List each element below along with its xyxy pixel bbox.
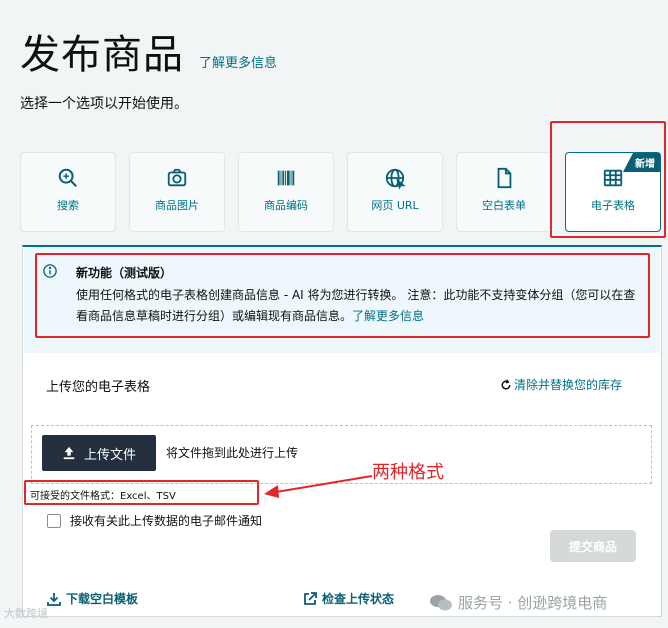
learn-more-link[interactable]: 了解更多信息 [199,52,277,71]
download-icon [47,592,61,606]
annotation-box-alert [35,253,650,338]
watermark-right-label: 服务号 · 创逊跨境电商 [458,594,608,612]
download-template-label: 下载空白模板 [66,592,139,606]
refresh-icon [501,379,511,390]
search-icon [58,168,77,187]
upload-icon [63,446,75,460]
option-web-url[interactable]: 网页 URL [347,152,443,232]
check-status-label: 检查上传状态 [322,592,395,606]
option-search[interactable]: 搜索 [20,152,116,232]
watermark-right: 服务号 · 创逊跨境电商 [430,592,607,613]
clear-replace-label: 清除并替换您的库存 [514,378,623,392]
clear-replace-link[interactable]: 清除并替换您的库存 [500,376,622,393]
camera-icon [167,168,187,187]
annotation-text: 两种格式 [372,462,444,483]
document-icon [497,167,512,189]
option-product-image[interactable]: 商品图片 [129,152,225,232]
option-product-code[interactable]: 商品编码 [238,152,334,232]
option-blank-form[interactable]: 空白表单 [456,152,552,232]
page-title: 发布商品 [20,32,184,78]
watermark-left: 大数跨境 [4,607,48,620]
drag-drop-text: 将文件拖到此处进行上传 [166,446,299,460]
upload-file-button[interactable]: 上传文件 [42,435,156,471]
globe-icon [385,168,406,189]
external-link-icon [304,591,317,605]
email-notify-checkbox[interactable] [47,514,61,528]
option-label: 搜索 [57,199,79,212]
check-status-link[interactable]: 检查上传状态 [302,590,394,607]
annotation-box-spreadsheet [550,121,666,238]
annotation-arrow-icon [264,475,373,498]
download-template-link[interactable]: 下载空白模板 [46,590,138,607]
email-notify-label: 接收有关此上传数据的电子邮件通知 [70,514,263,528]
option-label: 商品图片 [155,199,199,212]
barcode-icon [277,170,295,186]
page-subtitle: 选择一个选项以开始使用。 [20,96,188,112]
annotation-box-formats [24,480,259,505]
option-label: 空白表单 [482,199,526,212]
upload-heading: 上传您的电子表格 [46,380,151,395]
option-label: 网页 URL [371,199,419,212]
submit-products-button[interactable]: 提交商品 [550,530,636,562]
wechat-icon [430,594,452,610]
option-label: 商品编码 [264,199,308,212]
upload-button-label: 上传文件 [83,447,136,463]
